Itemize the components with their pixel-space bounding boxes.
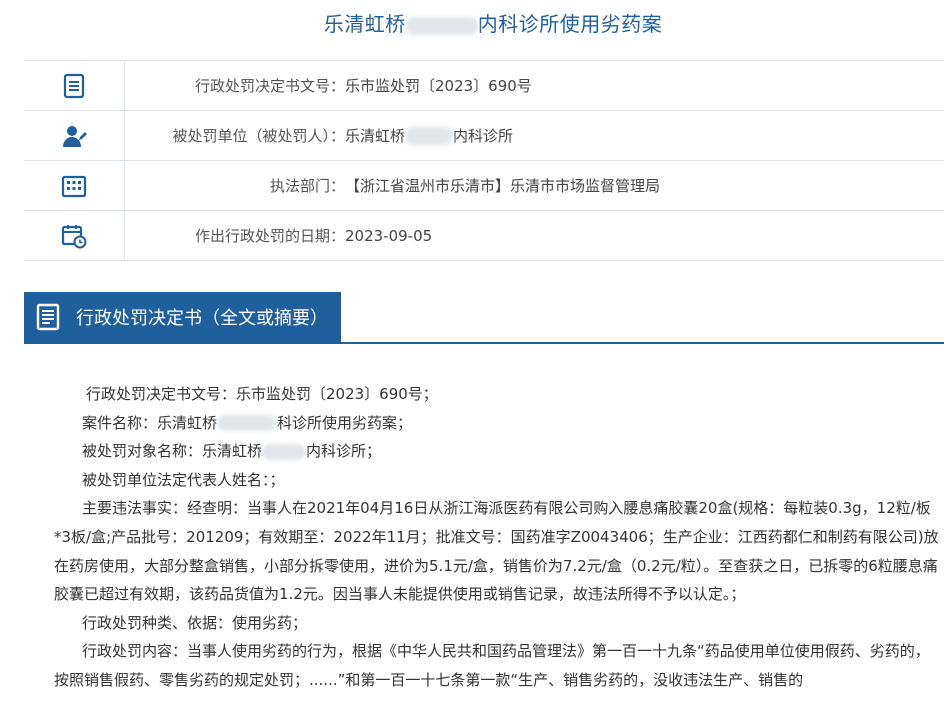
content-facts: 主要违法事实：经查明：当事人在2021年04月16日从浙江海派医药有限公司购入腰…	[54, 499, 939, 604]
info-row-punished-party: 被处罚单位（被处罚人）： 乐清虹桥 内科诊所	[24, 111, 944, 161]
document-outline-icon	[36, 303, 60, 331]
calendar-clock-icon	[24, 211, 125, 260]
info-row-date: 作出行政处罚的日期： 2023-09-05	[24, 211, 944, 261]
redaction-blur	[262, 443, 307, 460]
redaction-blur	[405, 16, 478, 35]
document-icon	[24, 61, 125, 110]
page-title: 乐清虹桥 内科诊所使用劣药案	[0, 8, 944, 37]
content-legal-rep: 被处罚单位法定代表人姓名：；	[82, 470, 285, 489]
info-row-doc-no: 行政处罚决定书文号： 乐市监处罚〔2023〕690号	[24, 61, 944, 111]
title-left: 乐清虹桥	[323, 12, 406, 36]
redaction-blur	[405, 126, 454, 145]
info-table: 行政处罚决定书文号： 乐市监处罚〔2023〕690号 被处罚单位（被处罚人）： …	[24, 60, 944, 261]
date-label: 作出行政处罚的日期：	[194, 227, 345, 245]
building-icon	[24, 161, 125, 210]
doc-no-value: 乐市监处罚〔2023〕690号	[345, 77, 532, 95]
section-title: 行政处罚决定书（全文或摘要）	[76, 308, 328, 329]
department-value: 【浙江省温州市乐清市】乐清市市场监督管理局	[345, 177, 661, 195]
decision-content: 行政处罚决定书文号：乐市监处罚〔2023〕690号； 案件名称：乐清虹桥 科诊所使…	[54, 380, 940, 695]
redaction-blur	[217, 415, 278, 432]
doc-no-label: 行政处罚决定书文号：	[194, 77, 345, 95]
content-case-name: 案件名称：乐清虹桥 科诊所使用劣药案；	[82, 413, 413, 432]
content-penalty-type: 行政处罚种类、依据：使用劣药；	[82, 613, 308, 632]
department-label: 执法部门：	[269, 177, 345, 195]
content-target: 被处罚对象名称：乐清虹桥 内科诊所；	[82, 442, 382, 461]
info-row-department: 执法部门： 【浙江省温州市乐清市】乐清市市场监督管理局	[24, 161, 944, 211]
section-header: 行政处罚决定书（全文或摘要）	[24, 292, 944, 344]
title-right: 内科诊所使用劣药案	[477, 12, 663, 36]
section-tab: 行政处罚决定书（全文或摘要）	[24, 292, 341, 342]
date-value: 2023-09-05	[345, 226, 433, 245]
content-doc-no: 行政处罚决定书文号：乐市监处罚〔2023〕690号；	[86, 385, 438, 403]
punished-party-value: 乐清虹桥 内科诊所	[345, 126, 514, 145]
person-icon	[24, 111, 125, 160]
content-penalty-content: 行政处罚内容：当事人使用劣药的行为，根据《中华人民共和国药品管理法》第一百一十九…	[54, 642, 930, 689]
punished-party-label: 被处罚单位（被处罚人）：	[172, 127, 345, 145]
